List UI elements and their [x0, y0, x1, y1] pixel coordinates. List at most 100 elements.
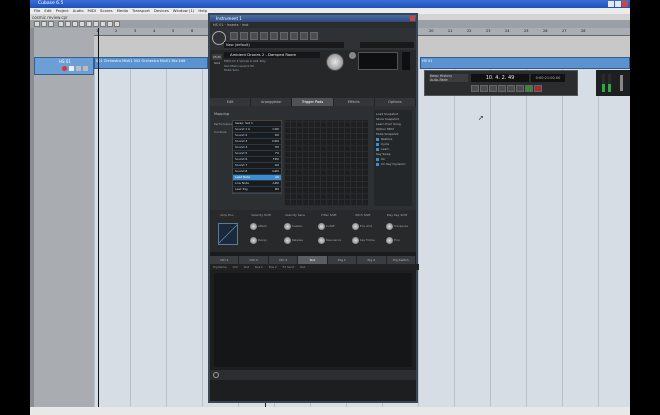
- play-tool[interactable]: [114, 21, 120, 27]
- browser-icon[interactable]: [310, 32, 318, 40]
- knob[interactable]: [250, 237, 257, 244]
- master-fader[interactable]: [620, 75, 623, 91]
- meter-level: [602, 84, 605, 92]
- knob[interactable]: [318, 237, 325, 244]
- pan-knob[interactable]: [349, 52, 356, 59]
- tab-trigger-pads[interactable]: Trigger Pads: [292, 98, 334, 106]
- multi-slot-tag[interactable]: Multi Slot: [212, 54, 222, 65]
- tab-ctrl-3[interactable]: Ctrl 3: [269, 256, 299, 264]
- mapping-label: Mapping: [214, 112, 230, 116]
- goto-end-button[interactable]: [498, 85, 506, 92]
- knob-label: Decay: [258, 238, 267, 242]
- transport-panel: Keep History Auto-Fade 10. 4. 2. 49 0:00…: [424, 70, 578, 96]
- knob-label: Cutoff: [326, 224, 335, 228]
- ruler-bar: 6: [191, 29, 194, 33]
- draw-tool[interactable]: [107, 21, 113, 27]
- knob-label: Key Follow: [360, 238, 375, 242]
- knob[interactable]: [352, 237, 359, 244]
- keyboard-icon[interactable]: [270, 32, 278, 40]
- time-display[interactable]: 0:00:21:00.00: [531, 74, 565, 82]
- midi-icon[interactable]: [300, 32, 308, 40]
- tab-edit[interactable]: Edit: [210, 98, 252, 106]
- load-icon[interactable]: [230, 32, 238, 40]
- tab-prg-2[interactable]: Prg 2: [357, 256, 387, 264]
- knob-label: Sustain: [292, 224, 303, 228]
- tab-prg-switch[interactable]: Prg Switch: [387, 256, 416, 264]
- record-enable-button[interactable]: [62, 66, 67, 71]
- track-name: HS 01: [59, 59, 71, 64]
- cycle-button[interactable]: [507, 85, 515, 92]
- monitor-button[interactable]: [69, 66, 74, 71]
- program-name-field[interactable]: New (default): [224, 42, 344, 48]
- knob[interactable]: [284, 223, 291, 230]
- split-tool[interactable]: [72, 21, 78, 27]
- settings-icon[interactable]: [213, 372, 219, 378]
- erase-tool[interactable]: [86, 21, 92, 27]
- param-group-title: Play Key Shift: [386, 213, 408, 217]
- knob[interactable]: [284, 237, 291, 244]
- volume-knob[interactable]: [326, 53, 344, 71]
- forward-button[interactable]: [489, 85, 497, 92]
- project-cursor[interactable]: [98, 28, 99, 415]
- envelope-display[interactable]: [218, 223, 238, 245]
- slot-program-name[interactable]: Ambient Drones 2 - Damped Room: [224, 52, 320, 58]
- close-button[interactable]: [622, 1, 628, 7]
- tab-ctrl-2[interactable]: Ctrl 2: [239, 256, 269, 264]
- info-icon[interactable]: [250, 32, 258, 40]
- meter-level: [608, 84, 611, 92]
- tab-prg-1[interactable]: Prg 1: [328, 256, 358, 264]
- tab-arpeggiator[interactable]: Arpeggiator: [251, 98, 293, 106]
- track-row[interactable]: HS 01: [34, 57, 94, 75]
- mute-button[interactable]: [76, 66, 81, 71]
- ruler-bar: 22: [467, 29, 472, 33]
- mute-tool[interactable]: [100, 21, 106, 27]
- midi-part[interactable]: HS 01: [420, 57, 630, 69]
- knob[interactable]: [352, 223, 359, 230]
- rewind-to-start-button[interactable]: [471, 85, 479, 92]
- param-group: Pitch Shift Env Amt Key Follow: [348, 213, 378, 249]
- play-button[interactable]: [525, 85, 533, 92]
- knob[interactable]: [318, 223, 325, 230]
- param-group-title: Velocity Shift: [251, 213, 271, 217]
- toolbar-button[interactable]: [48, 21, 54, 27]
- solo-button[interactable]: [83, 66, 88, 71]
- toolbar-button[interactable]: [41, 21, 47, 27]
- close-icon[interactable]: [410, 16, 415, 21]
- ruler-bar: 21: [448, 29, 453, 33]
- range-tool[interactable]: [65, 21, 71, 27]
- knob-label: Attack: [258, 224, 267, 228]
- minimize-button[interactable]: [608, 1, 614, 7]
- knob[interactable]: [386, 223, 393, 230]
- knob[interactable]: [250, 223, 257, 230]
- select-tool[interactable]: [58, 21, 64, 27]
- record-mode-display[interactable]: Keep History Auto-Fade: [429, 74, 468, 82]
- effects-icon[interactable]: [280, 32, 288, 40]
- tab-slot[interactable]: Slot: [298, 256, 328, 264]
- stop-button[interactable]: [516, 85, 524, 92]
- zoom-tool[interactable]: [93, 21, 99, 27]
- mix-icon[interactable]: [260, 32, 268, 40]
- options-icon[interactable]: [290, 32, 298, 40]
- ruler-bar: 2: [115, 29, 118, 33]
- cc-key-dynamic-checkbox[interactable]: CC Key Dynamic: [376, 162, 410, 167]
- trigger-pad-grid[interactable]: [284, 120, 368, 206]
- record-button[interactable]: [534, 85, 542, 92]
- rewind-button[interactable]: [480, 85, 488, 92]
- column-header: Ctrl: [232, 265, 238, 269]
- position-display[interactable]: 10. 4. 2. 49: [471, 74, 529, 82]
- glue-tool[interactable]: [79, 21, 85, 27]
- midi-part[interactable]: 001 Orchestra Mix01 002 Orchestra Mix01 …: [94, 57, 208, 69]
- ruler-bar: 25: [524, 29, 529, 33]
- slot-level-fader[interactable]: [402, 52, 410, 70]
- tab-ctrl-1[interactable]: Ctrl 1: [210, 256, 240, 264]
- instrument-footer: [210, 370, 416, 380]
- knob[interactable]: [386, 237, 393, 244]
- knob-label: Env Amt: [360, 224, 372, 228]
- tab-options[interactable]: Options: [375, 98, 417, 106]
- edit-icon[interactable]: [240, 32, 248, 40]
- toolbar-button[interactable]: [34, 21, 40, 27]
- maximize-button[interactable]: [615, 1, 621, 7]
- tab-effects[interactable]: Effects: [334, 98, 375, 106]
- instrument-window-titlebar[interactable]: Instrument 1: [210, 15, 416, 22]
- trigger-row[interactable]: Last Trig B0: [233, 187, 281, 193]
